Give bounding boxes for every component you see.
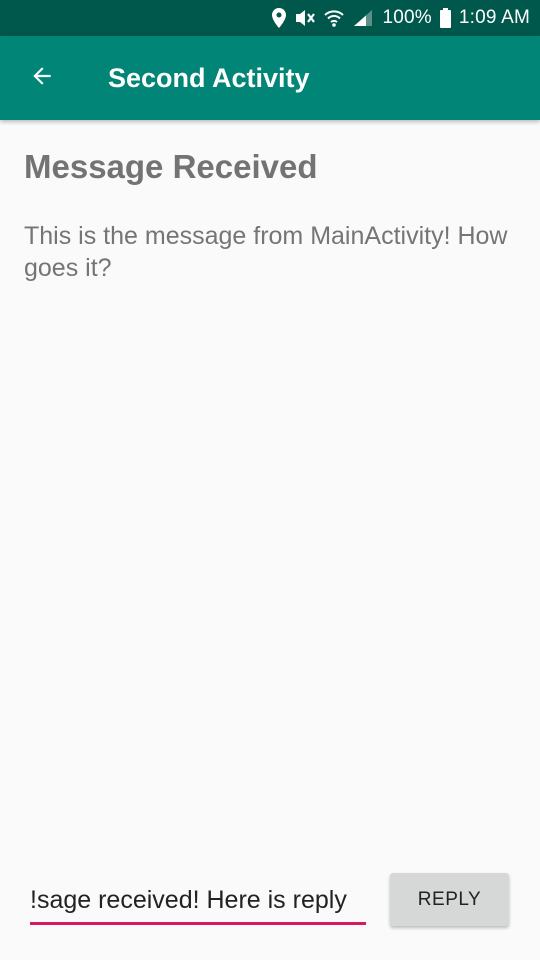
reply-input[interactable]	[30, 878, 366, 922]
reply-input-underline	[30, 922, 366, 925]
status-icons: 100% 1:09 AM	[272, 0, 530, 36]
message-heading: Message Received	[24, 148, 318, 185]
app-bar: Second Activity	[0, 36, 540, 120]
message-text: This is the message from MainActivity! H…	[24, 222, 508, 282]
back-button[interactable]	[18, 54, 66, 102]
reply-button[interactable]: REPLY	[390, 873, 509, 926]
status-bar: 100% 1:09 AM	[0, 0, 540, 36]
arrow-back-icon	[29, 63, 55, 94]
battery-percent: 100%	[382, 7, 432, 28]
mute-icon	[294, 8, 316, 28]
signal-icon	[352, 8, 374, 28]
reply-field[interactable]	[30, 878, 366, 926]
wifi-icon	[324, 8, 345, 28]
clock: 1:09 AM	[458, 7, 530, 28]
app-title: Second Activity	[108, 63, 310, 93]
location-icon	[272, 8, 287, 28]
battery-icon	[439, 8, 451, 28]
